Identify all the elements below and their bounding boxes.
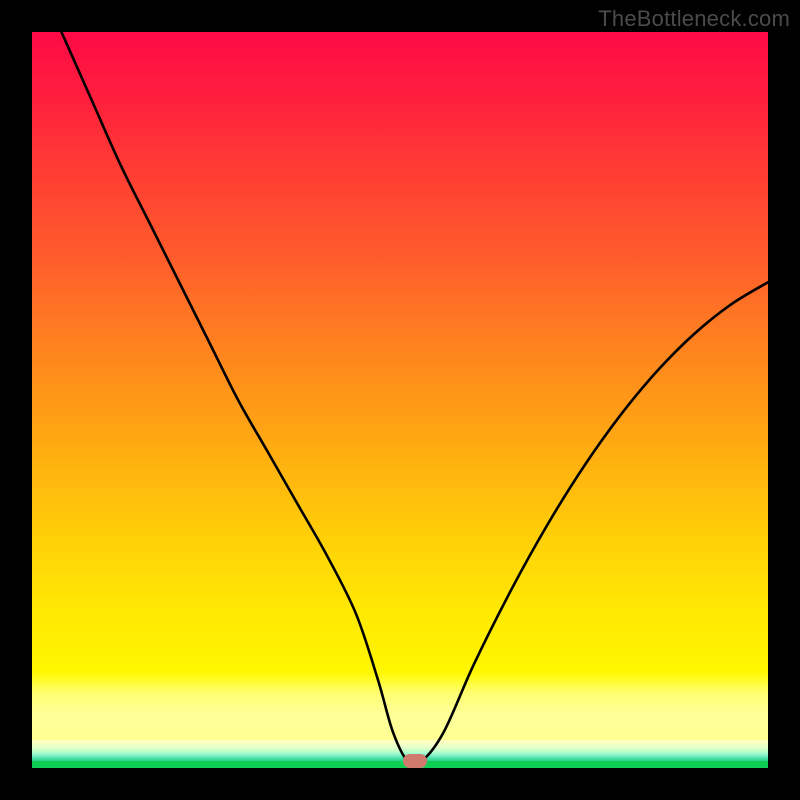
plot-area [32,32,768,768]
watermark-text: TheBottleneck.com [598,6,790,32]
chart-frame: TheBottleneck.com [0,0,800,800]
minimum-marker [403,754,427,768]
bottleneck-curve [32,32,768,768]
